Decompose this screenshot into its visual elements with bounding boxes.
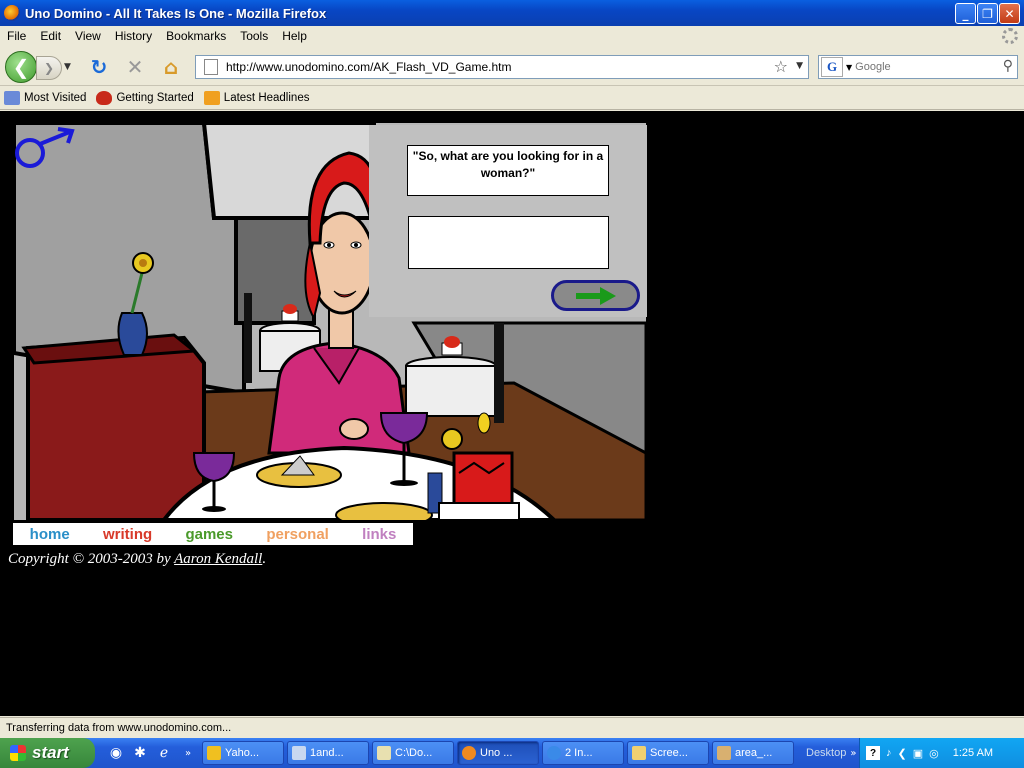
security-icon[interactable]: ◎ bbox=[929, 747, 939, 760]
url-input[interactable] bbox=[226, 60, 766, 74]
nav-link-games[interactable]: games bbox=[185, 526, 233, 543]
search-bar[interactable]: G ▼ ⚲ bbox=[818, 55, 1018, 79]
right-arrow-icon bbox=[575, 286, 616, 305]
bookmark-most-visited[interactable]: Most Visited bbox=[4, 91, 86, 105]
throbber-icon bbox=[1002, 28, 1018, 44]
network-icon[interactable]: ▣ bbox=[913, 747, 923, 760]
firefox-window: Uno Domino - All It Takes Is One - Mozil… bbox=[0, 0, 1024, 768]
start-button[interactable]: start bbox=[0, 738, 95, 768]
quicklaunch-browser-icon[interactable]: ◉ bbox=[105, 742, 127, 764]
search-icon[interactable]: ⚲ bbox=[1003, 58, 1013, 74]
menu-view[interactable]: View bbox=[68, 29, 108, 43]
dialog-panel: "So, what are you looking for in a woman… bbox=[369, 125, 647, 317]
window-title: Uno Domino - All It Takes Is One - Mozil… bbox=[25, 5, 327, 21]
menu-edit[interactable]: Edit bbox=[33, 29, 68, 43]
quicklaunch-messenger-icon[interactable]: ✱ bbox=[129, 742, 151, 764]
desktop-toolbar-label[interactable]: Desktop bbox=[806, 747, 846, 759]
ie-icon bbox=[547, 746, 561, 760]
bookmark-star-icon[interactable]: ☆ bbox=[774, 57, 788, 76]
menu-file[interactable]: File bbox=[0, 29, 33, 43]
paint-icon bbox=[717, 746, 731, 760]
submit-arrow-button[interactable] bbox=[551, 280, 640, 311]
taskbar: start ◉ ✱ ℯ » Yaho... 1and... C:\Do... U… bbox=[0, 738, 1024, 768]
close-button[interactable]: ✕ bbox=[999, 3, 1020, 24]
home-button[interactable]: ⌂ bbox=[158, 54, 184, 80]
bookmarks-toolbar: Most Visited Getting Started Latest Head… bbox=[0, 87, 1024, 110]
getting-started-icon bbox=[96, 91, 113, 105]
answer-input[interactable] bbox=[408, 216, 609, 269]
page-content: "So, what are you looking for in a woman… bbox=[0, 111, 1024, 716]
male-symbol-icon bbox=[15, 127, 75, 168]
copyright-notice: Copyright © 2003-2003 by Aaron Kendall. bbox=[8, 551, 267, 567]
stop-button[interactable]: ✕ bbox=[122, 54, 148, 80]
menu-tools[interactable]: Tools bbox=[233, 29, 275, 43]
most-visited-icon bbox=[4, 91, 20, 105]
nav-link-links[interactable]: links bbox=[362, 526, 396, 543]
system-tray: ? ♪ ❮ ▣ ◎ 1:25 AM bbox=[859, 738, 1024, 768]
rss-feed-icon bbox=[203, 91, 220, 105]
volume-icon[interactable]: ♪ bbox=[886, 747, 892, 759]
address-bar[interactable]: ☆ ▼ bbox=[195, 55, 809, 79]
search-input[interactable] bbox=[855, 61, 996, 73]
nav-link-writing[interactable]: writing bbox=[103, 526, 152, 543]
task-button[interactable]: area_... bbox=[712, 741, 794, 765]
task-button[interactable]: Scree... bbox=[627, 741, 709, 765]
restore-button[interactable]: ❐ bbox=[977, 3, 998, 24]
firefox-icon bbox=[462, 746, 476, 760]
back-button[interactable]: ❮ bbox=[5, 51, 37, 83]
task-button[interactable]: Yaho... bbox=[202, 741, 284, 765]
navigation-toolbar: ❮ ❯ ▼ ↻ ✕ ⌂ ☆ ▼ G ▼ ⚲ bbox=[0, 46, 1024, 86]
reload-button[interactable]: ↻ bbox=[86, 54, 112, 80]
collapse-tray-icon[interactable]: ❮ bbox=[898, 747, 907, 760]
title-bar: Uno Domino - All It Takes Is One - Mozil… bbox=[0, 0, 1024, 26]
quicklaunch-overflow-icon[interactable]: » bbox=[177, 742, 199, 764]
nav-link-personal[interactable]: personal bbox=[266, 526, 329, 543]
firefox-icon bbox=[4, 5, 20, 21]
minimize-button[interactable]: _ bbox=[955, 3, 976, 24]
status-text: Transferring data from www.unodomino.com… bbox=[6, 721, 232, 734]
chrome-icon bbox=[207, 746, 221, 760]
task-button-active[interactable]: Uno ... bbox=[457, 741, 539, 765]
menu-help[interactable]: Help bbox=[275, 29, 314, 43]
menu-bar: File Edit View History Bookmarks Tools H… bbox=[0, 26, 1024, 46]
forward-button[interactable]: ❯ bbox=[36, 56, 62, 80]
clock[interactable]: 1:25 AM bbox=[953, 747, 993, 759]
question-text: "So, what are you looking for in a woman… bbox=[407, 145, 609, 196]
bookmark-latest-headlines[interactable]: Latest Headlines bbox=[203, 91, 309, 105]
task-button[interactable]: C:\Do... bbox=[372, 741, 454, 765]
windows-logo-icon bbox=[10, 745, 26, 761]
menu-history[interactable]: History bbox=[108, 29, 159, 43]
google-engine-icon[interactable]: G bbox=[821, 57, 843, 77]
task-button[interactable]: 2 In... bbox=[542, 741, 624, 765]
quicklaunch-ie-icon[interactable]: ℯ bbox=[153, 742, 175, 764]
notepad-icon bbox=[377, 746, 391, 760]
menu-bookmarks[interactable]: Bookmarks bbox=[159, 29, 233, 43]
nav-link-home[interactable]: home bbox=[30, 526, 70, 543]
page-icon bbox=[204, 59, 218, 75]
status-bar: Transferring data from www.unodomino.com… bbox=[0, 717, 1024, 737]
url-dropdown-icon[interactable]: ▼ bbox=[796, 61, 803, 71]
engine-dropdown-icon[interactable]: ▼ bbox=[846, 63, 852, 72]
site-navigation: home writing games personal links bbox=[13, 523, 413, 545]
author-link[interactable]: Aaron Kendall bbox=[174, 551, 262, 567]
document-icon bbox=[292, 746, 306, 760]
bookmark-getting-started[interactable]: Getting Started bbox=[96, 91, 194, 105]
help-icon[interactable]: ? bbox=[866, 746, 880, 760]
toolbar-overflow-icon[interactable]: » bbox=[850, 748, 856, 759]
folder-icon bbox=[632, 746, 646, 760]
task-button[interactable]: 1and... bbox=[287, 741, 369, 765]
history-dropdown-icon[interactable]: ▼ bbox=[64, 62, 71, 72]
